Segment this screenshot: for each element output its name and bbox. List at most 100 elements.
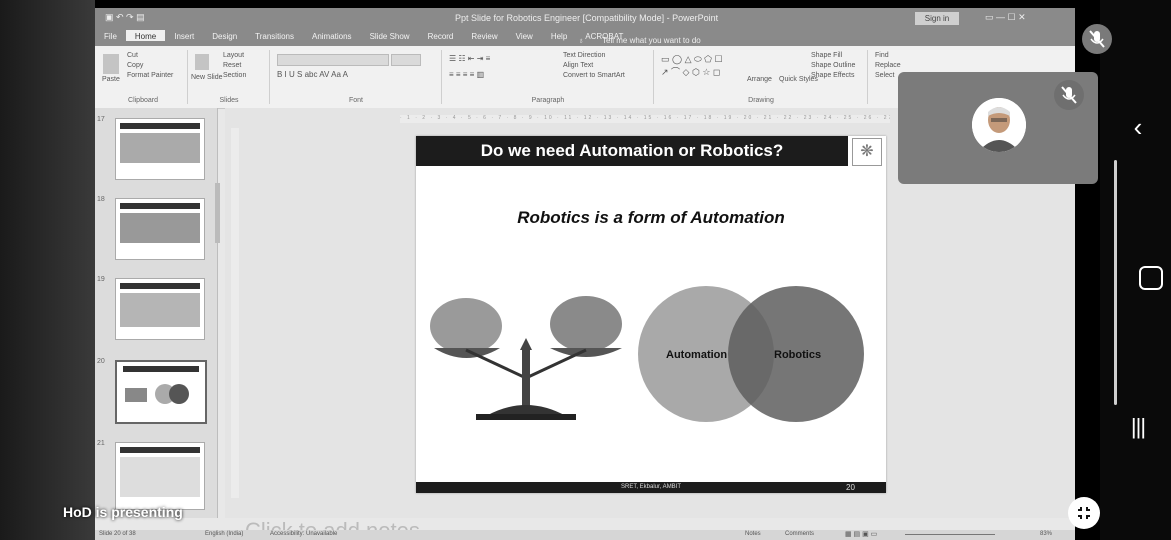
new-slide-icon (195, 54, 209, 70)
slides-group: New Slide Layout Reset Section Slides (189, 50, 270, 104)
balance-scale-image (430, 296, 622, 420)
shapes-gallery[interactable]: ▭ ◯ △ ⬭ ⬠ ☐ ↗ ⌒ ◇ ⬡ ☆ ◻ (661, 54, 723, 78)
font-group: B I U S abc AV Aa A Font (271, 50, 442, 104)
align-buttons[interactable]: ≡ ≡ ≡ ≡ ▥ (449, 70, 484, 79)
paste-button[interactable]: Paste (102, 76, 120, 83)
replace-button[interactable]: Replace (875, 62, 901, 69)
drawing-group: ▭ ◯ △ ⬭ ⬠ ☐ ↗ ⌒ ◇ ⬡ ☆ ◻ Arrange Quick Sty… (655, 50, 868, 104)
select-button[interactable]: Select (875, 72, 894, 79)
tell-me-search[interactable]: ♁ Tell me what you want to do (560, 32, 719, 45)
slide-thumbnail[interactable] (115, 442, 205, 510)
thumb-number: 18 (97, 196, 105, 203)
format-painter-button[interactable]: Format Painter (127, 72, 173, 79)
slide-counter: Slide 20 of 38 (99, 531, 136, 537)
zoom-slider[interactable] (905, 534, 995, 535)
font-format-buttons[interactable]: B I U S abc AV Aa A (277, 70, 348, 79)
slides-label: Slides (219, 97, 239, 104)
home-button-icon[interactable] (1139, 266, 1163, 290)
title-bar: ▣ ↶ ↷ ▤ Ppt Slide for Robotics Engineer … (95, 8, 1075, 30)
venn-diagram: Automation Robotics (638, 286, 864, 422)
tab-view[interactable]: View (507, 30, 542, 41)
mic-muted-icon-tile[interactable] (1054, 80, 1084, 110)
mic-muted-button[interactable] (1082, 24, 1112, 54)
convert-smartart-button[interactable]: Convert to SmartArt (563, 72, 625, 79)
quick-access-icons[interactable]: ▣ ↶ ↷ ▤ (105, 12, 145, 23)
left-bezel (0, 0, 95, 540)
language-indicator[interactable]: English (India) (205, 531, 243, 537)
person-photo (972, 98, 1026, 152)
copy-button[interactable]: Copy (127, 62, 143, 69)
font-size-box[interactable] (391, 54, 421, 66)
arrange-button[interactable]: Arrange (747, 76, 772, 83)
tab-insert[interactable]: Insert (165, 30, 203, 41)
status-bar: Slide 20 of 38 English (India) Accessibi… (95, 530, 1075, 540)
zoom-level[interactable]: 83% (1040, 531, 1052, 537)
venn-label-automation: Automation (666, 349, 727, 361)
slide-canvas[interactable]: Do we need Automation or Robotics? ❋ Rob… (416, 136, 886, 493)
thumb-number: 20 (97, 358, 105, 365)
clipboard-label: Clipboard (128, 97, 158, 104)
accessibility-indicator[interactable]: Accessibility: Unavailable (270, 531, 337, 537)
institution-logo-icon: ❋ (852, 138, 882, 166)
tab-review[interactable]: Review (462, 30, 506, 41)
slide-thumbnail[interactable] (115, 198, 205, 260)
thumb-number: 19 (97, 276, 105, 283)
slide-title: Do we need Automation or Robotics? (416, 136, 848, 166)
venn-label-robotics: Robotics (774, 349, 821, 361)
horizontal-ruler: · 1 · 2 · 3 · 4 · 5 · 6 · 7 · 8 · 9 · 10… (400, 115, 890, 123)
tab-transitions[interactable]: Transitions (246, 30, 303, 41)
collapse-arrows-icon (1078, 507, 1090, 519)
slide-footer: SRET, Ekbalur, AMBIT 20 (416, 482, 886, 493)
shape-outline-button[interactable]: Shape Outline (811, 62, 855, 69)
tell-me-text: Tell me what you want to do (602, 36, 701, 45)
tab-file[interactable]: File (95, 30, 126, 41)
paragraph-label: Paragraph (531, 97, 565, 104)
slide-subtitle: Robotics is a form of Automation (517, 208, 785, 227)
shape-fill-button[interactable]: Shape Fill (811, 52, 842, 59)
list-buttons[interactable]: ☰ ☷ ⇤ ⇥ ≡ (449, 54, 490, 63)
slide-thumbnail[interactable] (115, 278, 205, 340)
presenting-label: HoD is presenting (63, 504, 183, 520)
text-direction-button[interactable]: Text Direction (563, 52, 605, 59)
tab-home[interactable]: Home (125, 30, 166, 41)
exit-fullscreen-button[interactable] (1068, 497, 1100, 529)
sign-in-button[interactable]: Sign in (915, 12, 959, 25)
thumb-number: 21 (97, 440, 105, 447)
window-controls[interactable]: ▭ — ☐ ✕ (985, 12, 1026, 23)
vertical-ruler (231, 128, 239, 498)
mic-off-icon (1061, 86, 1077, 104)
tab-record[interactable]: Record (419, 30, 463, 41)
paragraph-group: ☰ ☷ ⇤ ⇥ ≡ ≡ ≡ ≡ ≡ ▥ Text Direction Align… (443, 50, 654, 104)
reset-button[interactable]: Reset (223, 62, 241, 69)
scroll-indicator (1114, 160, 1117, 405)
comments-button[interactable]: Comments (785, 531, 814, 537)
align-text-button[interactable]: Align Text (563, 62, 593, 69)
recent-apps-icon[interactable]: ||| (1118, 414, 1158, 440)
notes-button[interactable]: Notes (745, 531, 761, 537)
window-title: Ppt Slide for Robotics Engineer [Compati… (455, 13, 719, 23)
paste-icon (103, 54, 119, 74)
tab-slide-show[interactable]: Slide Show (361, 30, 419, 41)
section-button[interactable]: Section (223, 72, 246, 79)
slide-thumbnail[interactable] (115, 118, 205, 180)
collapse-chevron-icon[interactable]: ‹ (1118, 112, 1158, 143)
layout-button[interactable]: Layout (223, 52, 244, 59)
clipboard-group: Paste Cut Copy Format Painter Clipboard (99, 50, 188, 104)
tab-animations[interactable]: Animations (303, 30, 361, 41)
shape-effects-button[interactable]: Shape Effects (811, 72, 854, 79)
view-buttons[interactable]: ▦ ▤ ▣ ▭ (845, 530, 877, 538)
lightbulb-icon: ♁ (578, 36, 584, 45)
font-name-box[interactable] (277, 54, 389, 66)
thumb-number: 17 (97, 116, 105, 123)
thumbnail-scrollbar[interactable] (215, 183, 220, 243)
participant-avatar (972, 98, 1026, 152)
ribbon-tabs: File Home Insert Design Transitions Animation… (95, 30, 1075, 46)
cut-button[interactable]: Cut (127, 52, 138, 59)
slide-page-number: 20 (846, 483, 855, 492)
slide-thumbnail-selected[interactable] (115, 360, 207, 424)
new-slide-button[interactable]: New Slide (191, 74, 223, 81)
slide-thumbnail-pane: 17 18 19 20 21 (95, 108, 218, 518)
find-button[interactable]: Find (875, 52, 889, 59)
tab-design[interactable]: Design (203, 30, 246, 41)
font-label: Font (348, 97, 363, 104)
